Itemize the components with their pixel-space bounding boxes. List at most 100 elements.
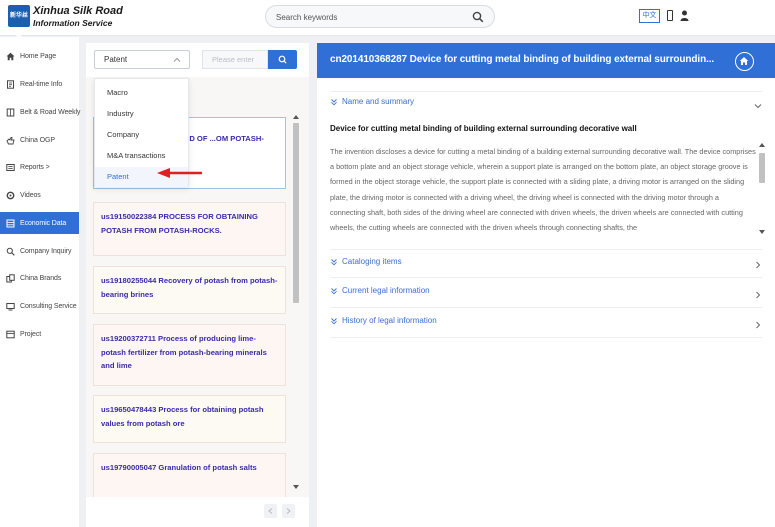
home-icon — [739, 57, 749, 65]
scroll-down-icon[interactable] — [758, 228, 766, 236]
chevron-right-icon — [756, 291, 761, 299]
list-item[interactable]: us19650478443 Process for obtaining pota… — [93, 395, 286, 443]
section-label: Cataloging items — [342, 257, 402, 266]
search-icon — [6, 247, 15, 256]
section-label: Name and summary — [342, 97, 415, 106]
next-page-button[interactable] — [282, 504, 295, 518]
sidebar-item-label: China OGP — [20, 136, 55, 144]
brand-name[interactable]: Xinhua Silk Road — [33, 5, 123, 17]
mobile-icon[interactable] — [667, 10, 673, 21]
filter-bar: Patent — [86, 43, 309, 77]
list-item[interactable]: us19200372711 Process of producing lime-… — [93, 324, 286, 386]
section-divider — [330, 91, 762, 92]
scroll-thumb[interactable] — [759, 153, 765, 183]
home-icon — [6, 52, 15, 60]
list-item[interactable]: us19150022384 PROCESS FOR OBTAINING POTA… — [93, 202, 286, 256]
sidebar-item-project[interactable]: Project — [0, 323, 79, 345]
sidebar-item-china-ogp[interactable]: China OGP — [0, 129, 79, 151]
section-current-legal-information[interactable]: Current legal information — [330, 282, 762, 302]
previous-page-button[interactable] — [264, 504, 277, 518]
sidebar-item-videos[interactable]: Videos — [0, 184, 79, 206]
sidebar: Home Page Real-time Info Belt & Road Wee… — [0, 37, 81, 527]
user-icon[interactable] — [680, 10, 689, 21]
consulting-icon — [6, 302, 15, 310]
summary-scrollbar[interactable] — [758, 141, 766, 236]
list-item-title: us19150022384 PROCESS FOR OBTAINING POTA… — [101, 212, 258, 235]
search-input[interactable] — [276, 10, 466, 24]
sidebar-item-label: Project — [20, 330, 42, 338]
chevron-down-icon — [754, 104, 762, 109]
report-icon — [6, 163, 15, 171]
book-icon — [6, 108, 15, 116]
patent-detail-panel: cn201410368287 Device for cutting metal … — [317, 43, 775, 527]
sidebar-item-label: Economic Data — [20, 219, 67, 227]
section-label: History of legal information — [342, 316, 437, 325]
sidebar-item-economic-data[interactable]: Economic Data — [0, 212, 79, 234]
sidebar-item-reports[interactable]: Reports > — [0, 156, 79, 178]
sidebar-item-realtime-info[interactable]: Real-time Info — [0, 73, 79, 95]
data-type-select[interactable]: Patent — [94, 50, 190, 69]
dropdown-option-industry[interactable]: Industry — [95, 104, 188, 124]
sidebar-item-label: Home Page — [20, 52, 57, 60]
brand-logo[interactable]: 新华丝路 — [8, 5, 30, 41]
scroll-down-icon[interactable] — [292, 483, 300, 491]
global-search — [265, 5, 495, 28]
section-divider — [330, 337, 762, 338]
section-divider — [330, 277, 762, 278]
dropdown-option-ma-transactions[interactable]: M&A transactions — [95, 146, 188, 166]
sidebar-item-company-inquiry[interactable]: Company Inquiry — [0, 240, 79, 262]
list-item-title: us19650478443 Process for obtaining pota… — [101, 405, 264, 428]
sidebar-item-china-brands[interactable]: China Brands — [0, 267, 79, 289]
brands-icon — [6, 273, 15, 282]
brand-subtitle: Information Service — [33, 18, 113, 28]
list-item-title: us19790005047 Granulation of potash salt… — [101, 463, 257, 472]
sidebar-item-consulting-service[interactable]: Consulting Service — [0, 295, 79, 317]
data-type-select-value: Patent — [104, 55, 128, 64]
summary-title: Device for cutting metal binding of buil… — [330, 124, 637, 133]
search-icon[interactable] — [472, 11, 484, 23]
home-button[interactable] — [735, 52, 754, 71]
list-item[interactable]: us19180255044 Recovery of potash from po… — [93, 266, 286, 314]
section-cataloging-items[interactable]: Cataloging items — [330, 253, 762, 273]
annotation-arrow-icon — [157, 168, 202, 178]
double-chevron-down-icon — [331, 318, 337, 325]
sidebar-item-label: Videos — [20, 191, 41, 199]
scroll-up-icon[interactable] — [292, 113, 300, 121]
list-item-title: us19180255044 Recovery of potash from po… — [101, 276, 278, 299]
sidebar-item-label: Reports > — [20, 163, 50, 171]
detail-header: cn201410368287 Device for cutting metal … — [317, 43, 775, 78]
dropdown-option-company[interactable]: Company — [95, 125, 188, 145]
search-icon — [278, 55, 287, 64]
sidebar-item-label: China Brands — [20, 274, 62, 282]
video-icon — [6, 191, 15, 199]
list-item-title: us19200372711 Process of producing lime-… — [101, 334, 267, 370]
section-label: Current legal information — [342, 286, 430, 295]
chevron-up-icon — [173, 57, 181, 62]
list-item[interactable]: us19790005047 Granulation of potash salt… — [93, 453, 286, 497]
top-header: 新华丝路 Xinhua Silk Road Information Servic… — [0, 0, 775, 41]
sidebar-item-label: Consulting Service — [20, 302, 77, 310]
section-divider — [330, 249, 762, 250]
hand-icon — [6, 136, 15, 144]
chevron-right-icon — [286, 508, 291, 514]
sidebar-item-belt-road-weekly[interactable]: Belt & Road Weekly — [0, 101, 81, 123]
filter-input-wrap — [202, 50, 268, 69]
language-toggle-button[interactable]: 中文 — [639, 9, 660, 23]
section-name-summary[interactable]: Name and summary — [330, 93, 762, 113]
filter-input[interactable] — [203, 51, 267, 68]
section-history-legal-information[interactable]: History of legal information — [330, 312, 762, 332]
list-scrollbar[interactable] — [292, 113, 300, 491]
double-chevron-down-icon — [331, 288, 337, 295]
sidebar-item-label: Belt & Road Weekly — [20, 108, 81, 116]
dropdown-option-macro[interactable]: Macro — [95, 83, 188, 103]
database-icon — [6, 219, 15, 227]
double-chevron-down-icon — [331, 259, 337, 266]
chevron-right-icon — [756, 321, 761, 329]
sidebar-item-label: Real-time Info — [20, 80, 63, 88]
project-icon — [6, 330, 15, 338]
scroll-up-icon[interactable] — [758, 141, 766, 149]
scroll-thumb[interactable] — [293, 123, 299, 303]
filter-search-button[interactable] — [268, 50, 297, 69]
chevron-right-icon — [756, 261, 761, 269]
sidebar-item-home[interactable]: Home Page — [0, 45, 79, 67]
